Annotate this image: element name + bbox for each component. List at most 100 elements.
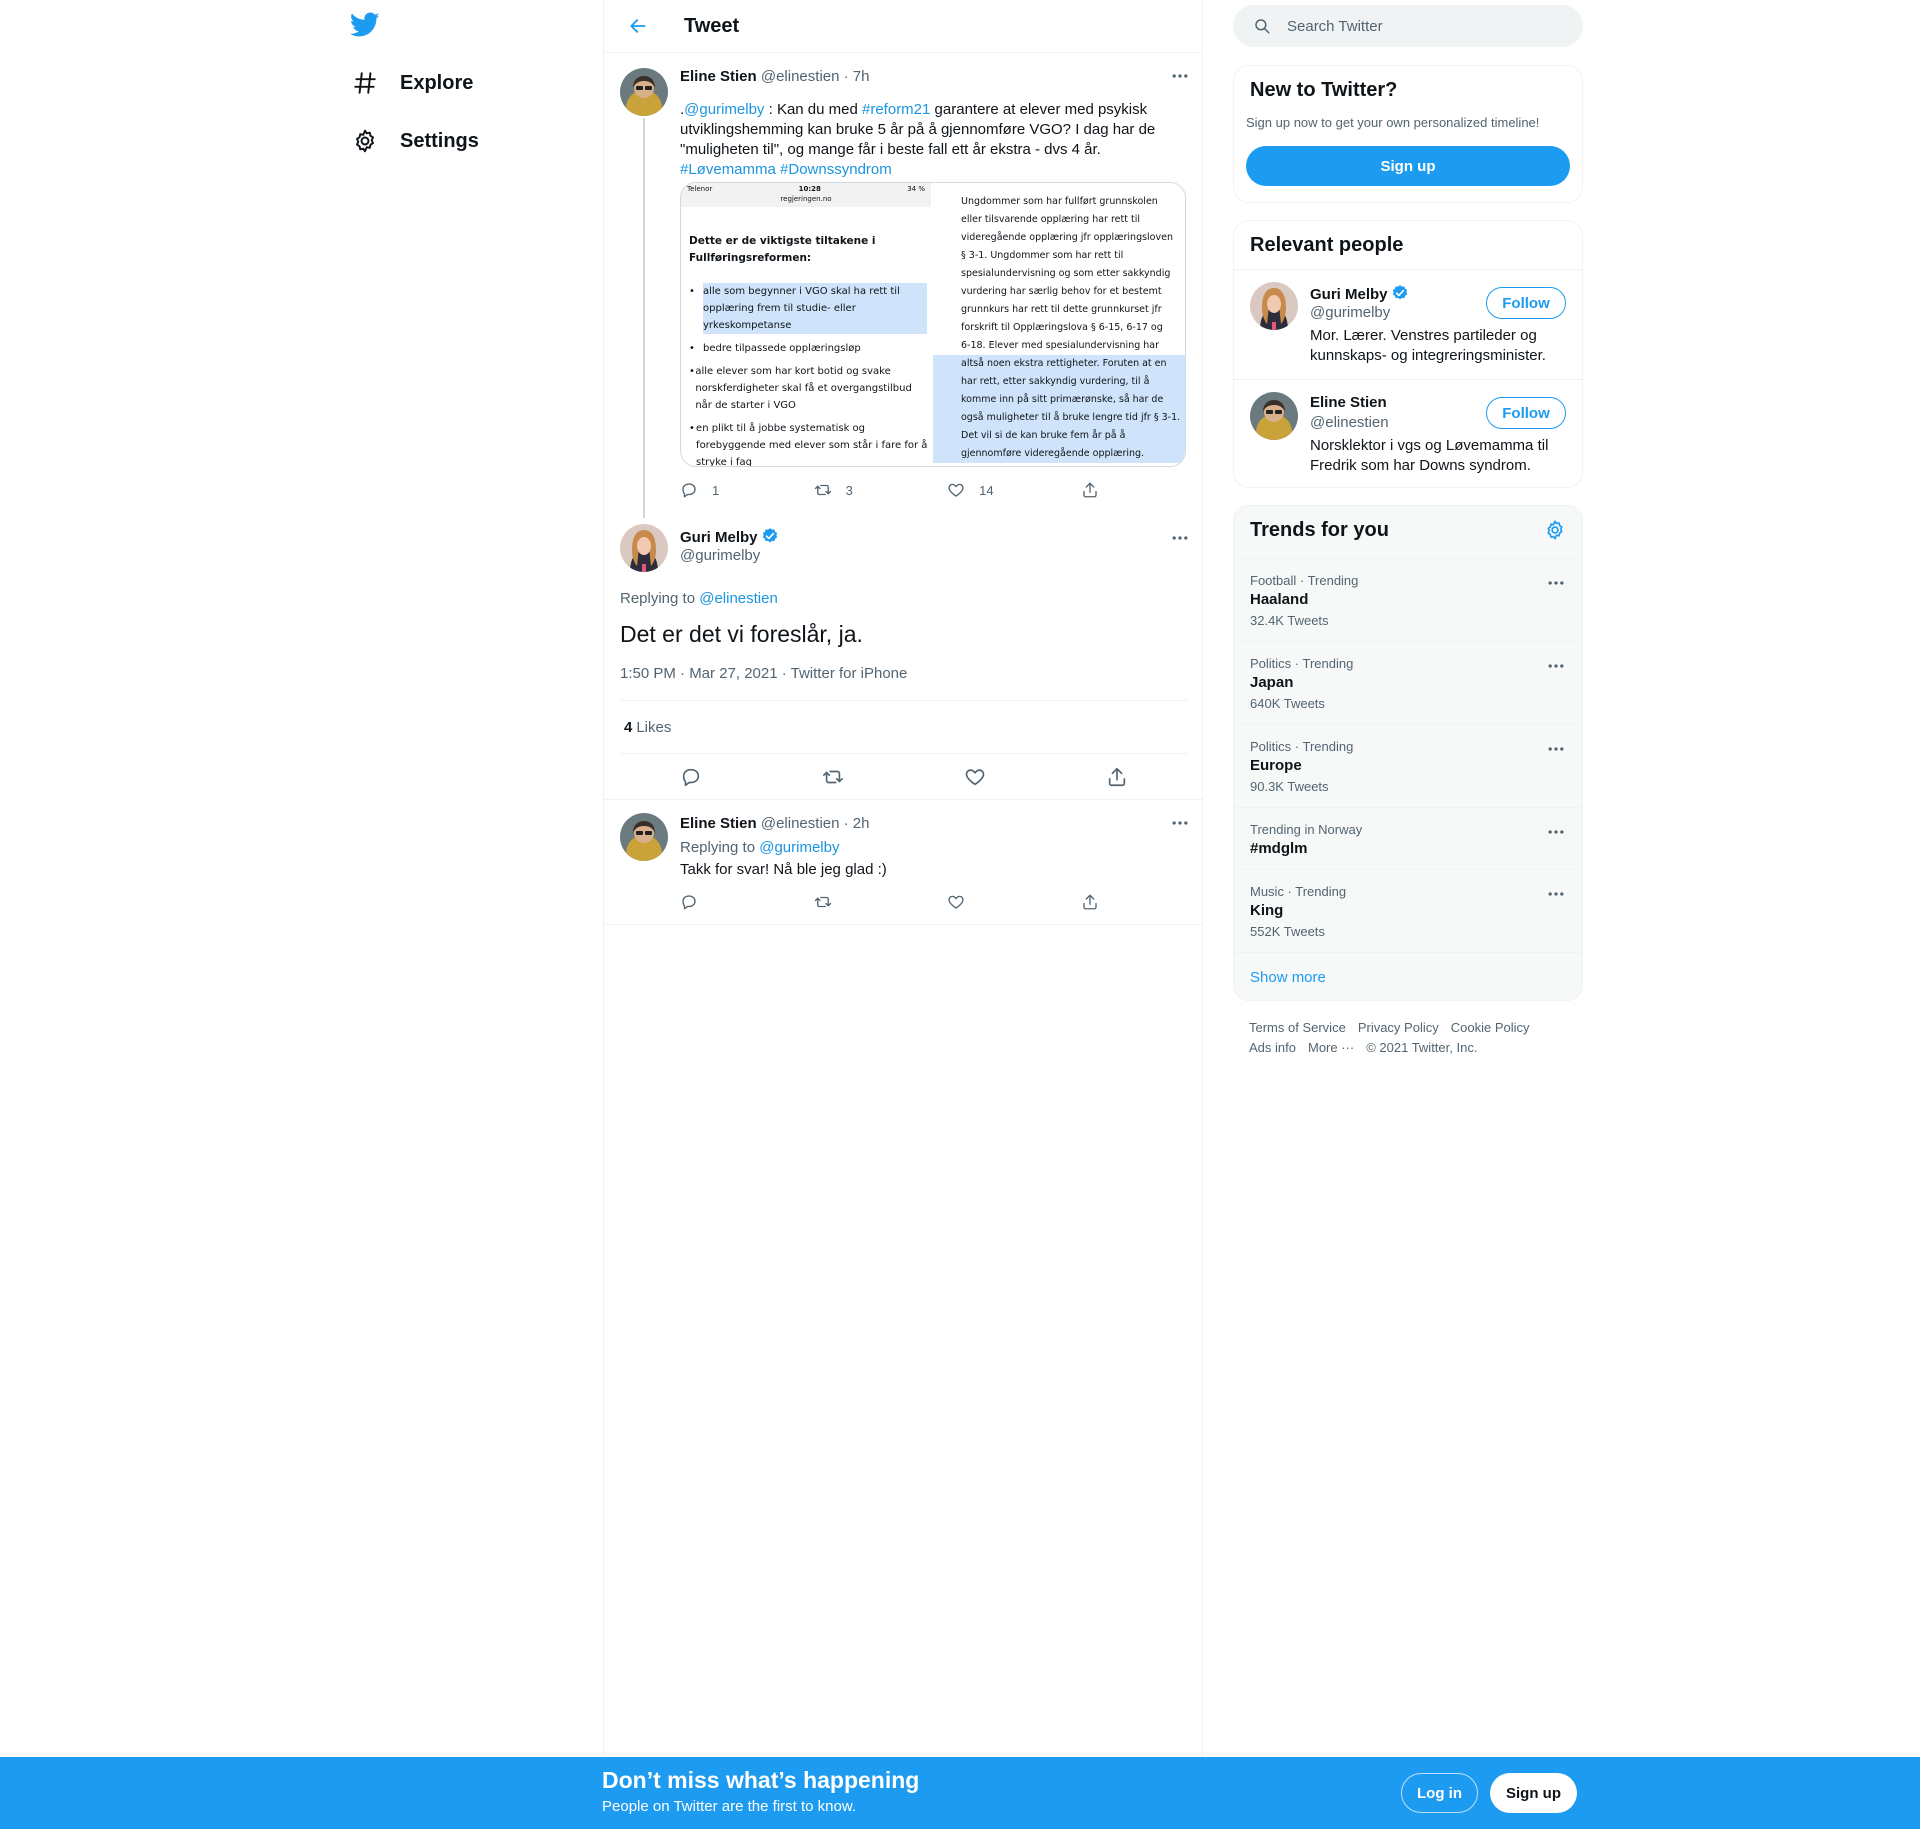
tweet-time[interactable]: · 7h <box>844 68 870 85</box>
left-heading: Dette er de viktigste tiltakene i Fullfø… <box>689 235 876 264</box>
gear-icon[interactable] <box>1544 519 1566 541</box>
twitter-bird-icon[interactable] <box>349 12 380 38</box>
trends-card: Trends for you Football · Trending Haala… <box>1233 505 1583 1001</box>
share-icon[interactable] <box>1106 766 1128 788</box>
tweet-time[interactable]: · 2h <box>844 815 870 832</box>
trend-item[interactable]: Music · Trending King 552K Tweets <box>1234 869 1582 952</box>
replying-handle-link[interactable]: @elinestien <box>699 590 778 607</box>
avatar[interactable] <box>620 68 668 116</box>
hashtag-link[interactable]: #Løvemamma <box>680 161 776 178</box>
reply-button[interactable]: 1 <box>680 481 814 499</box>
focused-tweet: Guri Melby @gurimelby Replying to @eline… <box>604 510 1204 800</box>
trend-item[interactable]: Politics · Trending Japan 640K Tweets <box>1234 641 1582 724</box>
like-button[interactable] <box>947 893 1081 911</box>
more-icon[interactable] <box>1546 822 1566 842</box>
footer-link[interactable]: Privacy Policy <box>1358 1018 1439 1038</box>
search-icon <box>1255 19 1270 34</box>
trend-name: #mdglm <box>1250 840 1308 857</box>
search-input[interactable] <box>1287 17 1557 35</box>
avatar[interactable] <box>1250 282 1298 330</box>
heart-icon[interactable] <box>964 766 986 788</box>
trend-item[interactable]: Politics · Trending Europe 90.3K Tweets <box>1234 724 1582 807</box>
page-title: Tweet <box>684 14 740 37</box>
more-icon[interactable] <box>1546 573 1566 593</box>
author-handle[interactable]: @elinestien <box>761 68 840 85</box>
search-box[interactable] <box>1233 5 1583 47</box>
more-icon[interactable] <box>1546 739 1566 759</box>
more-icon[interactable] <box>1170 66 1190 86</box>
card-title: Relevant people <box>1250 234 1404 256</box>
person-name[interactable]: Eline Stien <box>1310 394 1387 411</box>
author-name[interactable]: Guri Melby <box>680 529 758 546</box>
nav-settings[interactable]: Settings <box>342 116 489 166</box>
mention-link[interactable]: @gurimelby <box>684 101 764 118</box>
show-more-link[interactable]: Show more <box>1250 969 1326 986</box>
parent-tweet[interactable]: Eline Stien @elinestien · 7h .@gurimelby… <box>604 54 1204 509</box>
person-item[interactable]: Guri Melby @gurimelby Follow Mor. Lærer.… <box>1234 269 1582 379</box>
person-name-line[interactable]: Guri Melby <box>1310 284 1409 303</box>
footer-link[interactable]: Ads info <box>1249 1038 1296 1058</box>
likes-row[interactable]: 4 Likes <box>620 700 1188 754</box>
retweet-button[interactable]: 3 <box>814 481 948 499</box>
follow-button[interactable]: Follow <box>1486 287 1566 319</box>
reply-button[interactable] <box>680 893 814 911</box>
person-item[interactable]: Eline Stien @elinestien Follow Norsklekt… <box>1234 379 1582 487</box>
tweet-image[interactable]: Telenor 10:28 34 % regjeringen.no Dette … <box>680 182 1186 467</box>
share-button[interactable] <box>1081 893 1120 911</box>
more-icon[interactable] <box>1170 528 1190 548</box>
more-icon[interactable] <box>1170 813 1190 833</box>
more-icon[interactable] <box>1546 884 1566 904</box>
reply-tweet[interactable]: Eline Stien @elinestien · 2h Replying to… <box>604 801 1204 925</box>
tweet-actions <box>680 893 1120 911</box>
replying-prefix: Replying to <box>620 590 700 607</box>
arrow-left-icon <box>630 19 646 33</box>
banner-subtitle: People on Twitter are the first to know. <box>602 1798 857 1815</box>
signup-button[interactable]: Sign up <box>1246 146 1570 186</box>
author-name[interactable]: Eline Stien <box>680 815 757 832</box>
screenshot-line: vurdering har særlig behov for et bestem… <box>961 286 1162 297</box>
person-handle[interactable]: @elinestien <box>1310 414 1389 431</box>
person-handle[interactable]: @gurimelby <box>1310 304 1390 321</box>
follow-button[interactable]: Follow <box>1486 397 1566 429</box>
author-handle[interactable]: @gurimelby <box>680 547 760 564</box>
trend-name: King <box>1250 902 1284 919</box>
trend-item[interactable]: Trending in Norway #mdglm <box>1234 807 1582 869</box>
replying-handle-link[interactable]: @gurimelby <box>759 839 839 856</box>
person-name-line[interactable]: Eline Stien <box>1310 394 1387 411</box>
card-subtitle: Sign up now to get your own personalized… <box>1246 115 1540 130</box>
screenshot-line: spesialundervisning og som etter sakkynd… <box>961 268 1171 279</box>
status-battery: 34 % <box>907 185 925 193</box>
nav-explore[interactable]: Explore <box>342 58 483 108</box>
trend-category: Football · Trending <box>1250 573 1359 588</box>
footer-link[interactable]: Cookie Policy <box>1451 1018 1530 1038</box>
back-button[interactable] <box>620 8 656 44</box>
author-handle[interactable]: @elinestien <box>761 815 840 832</box>
more-icon[interactable] <box>1546 656 1566 676</box>
hashtag-link[interactable]: #reform21 <box>862 101 930 118</box>
avatar[interactable] <box>620 813 668 861</box>
retweet-button[interactable] <box>814 893 948 911</box>
banner-signup-button[interactable]: Sign up <box>1490 1773 1577 1813</box>
like-button[interactable]: 14 <box>947 481 1081 499</box>
heart-icon <box>947 893 965 911</box>
tweet-timestamp[interactable]: 1:50 PM · Mar 27, 2021 · Twitter for iPh… <box>620 665 907 682</box>
footer-more-link[interactable]: More ··· <box>1308 1038 1354 1058</box>
tweet-text: Takk for svar! Nå ble jeg glad :) <box>680 861 887 878</box>
tweet-actions <box>620 766 1188 788</box>
author-name-line[interactable]: Guri Melby <box>680 527 779 546</box>
nav-settings-label: Settings <box>400 129 479 152</box>
reply-icon[interactable] <box>680 766 702 788</box>
author-name[interactable]: Eline Stien <box>680 68 757 85</box>
trend-item[interactable]: Football · Trending Haaland 32.4K Tweets <box>1234 558 1582 641</box>
avatar[interactable] <box>620 524 668 572</box>
person-name[interactable]: Guri Melby <box>1310 286 1388 303</box>
footer-link[interactable]: Terms of Service <box>1249 1018 1346 1038</box>
hashtag-link[interactable]: #Downssyndrom <box>780 161 892 178</box>
share-button[interactable] <box>1081 481 1120 499</box>
show-more-row[interactable]: Show more <box>1234 952 1582 1000</box>
avatar[interactable] <box>1250 392 1298 440</box>
login-button[interactable]: Log in <box>1401 1773 1478 1813</box>
tweet-text: .@gurimelby : Kan du med #reform21 garan… <box>680 100 1185 180</box>
text-part: : Kan du med <box>764 101 862 118</box>
retweet-icon[interactable] <box>822 766 844 788</box>
